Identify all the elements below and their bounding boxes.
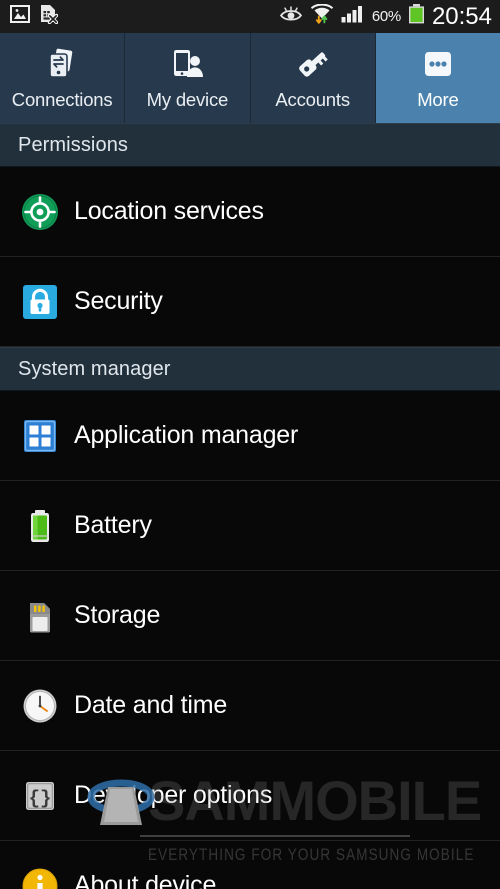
smart-stay-eye-icon <box>279 5 303 28</box>
list-item-label: Battery <box>74 511 152 539</box>
section-header-label: Permissions <box>18 133 129 156</box>
settings-list: Permissions Location services Security S… <box>0 123 500 889</box>
list-item-label: Storage <box>74 601 161 629</box>
no-sim-card-icon <box>39 4 59 29</box>
tab-connections-label: Connections <box>11 88 113 110</box>
list-item-security[interactable]: Security <box>0 257 500 347</box>
list-item-battery[interactable]: Battery <box>0 481 500 571</box>
storage-sdcard-icon <box>18 594 62 638</box>
developer-braces-icon: {} <box>18 774 62 818</box>
list-item-label: Application manager <box>74 421 299 449</box>
status-bar-right-icons: 60% 20:54 <box>279 2 492 30</box>
phone-screen: 60% 20:54 Connections My device Accounts… <box>0 0 500 889</box>
section-header-system-manager: System manager <box>0 347 500 391</box>
list-item-date-and-time[interactable]: Date and time <box>0 661 500 751</box>
list-item-application-manager[interactable]: Application manager <box>0 391 500 481</box>
svg-text:{}: {} <box>29 787 52 809</box>
image-saved-icon <box>10 5 30 28</box>
my-device-icon <box>167 46 207 84</box>
section-header-permissions: Permissions <box>0 123 500 167</box>
battery-icon <box>18 504 62 548</box>
tab-my-device[interactable]: My device <box>125 33 251 123</box>
tab-my-device-label: My device <box>146 88 229 110</box>
tab-connections[interactable]: Connections <box>0 33 126 123</box>
status-bar-left-icons <box>10 4 59 29</box>
about-info-icon <box>18 864 62 889</box>
list-item-label: Developer options <box>74 781 273 809</box>
tab-more[interactable]: More <box>375 33 500 123</box>
list-item-about-device[interactable]: About device <box>0 841 500 889</box>
list-item-label: Location services <box>74 197 264 225</box>
status-bar: 60% 20:54 <box>0 0 500 33</box>
clock-icon <box>18 684 62 728</box>
list-item-label: Date and time <box>74 691 228 719</box>
connections-icon <box>42 46 82 84</box>
status-bar-clock: 20:54 <box>431 2 492 30</box>
battery-status-icon <box>408 4 425 29</box>
location-services-icon <box>18 190 62 234</box>
tab-accounts-label: Accounts <box>275 88 350 110</box>
tab-accounts[interactable]: Accounts <box>250 33 376 123</box>
list-item-label: About device <box>74 871 217 889</box>
application-manager-icon <box>18 414 62 458</box>
signal-bars-icon <box>341 5 365 28</box>
list-item-location-services[interactable]: Location services <box>0 167 500 257</box>
security-lock-icon <box>18 280 62 324</box>
list-item-storage[interactable]: Storage <box>0 571 500 661</box>
battery-percent-label: 60% <box>371 8 401 25</box>
settings-tab-bar: Connections My device Accounts More <box>0 33 500 123</box>
wifi-icon <box>310 3 334 29</box>
list-item-developer-options[interactable]: {} Developer options <box>0 751 500 841</box>
section-header-label: System manager <box>18 357 171 380</box>
tab-more-label: More <box>417 88 459 110</box>
list-item-label: Security <box>74 287 163 315</box>
more-dots-icon <box>418 46 458 84</box>
accounts-key-icon <box>293 46 333 84</box>
